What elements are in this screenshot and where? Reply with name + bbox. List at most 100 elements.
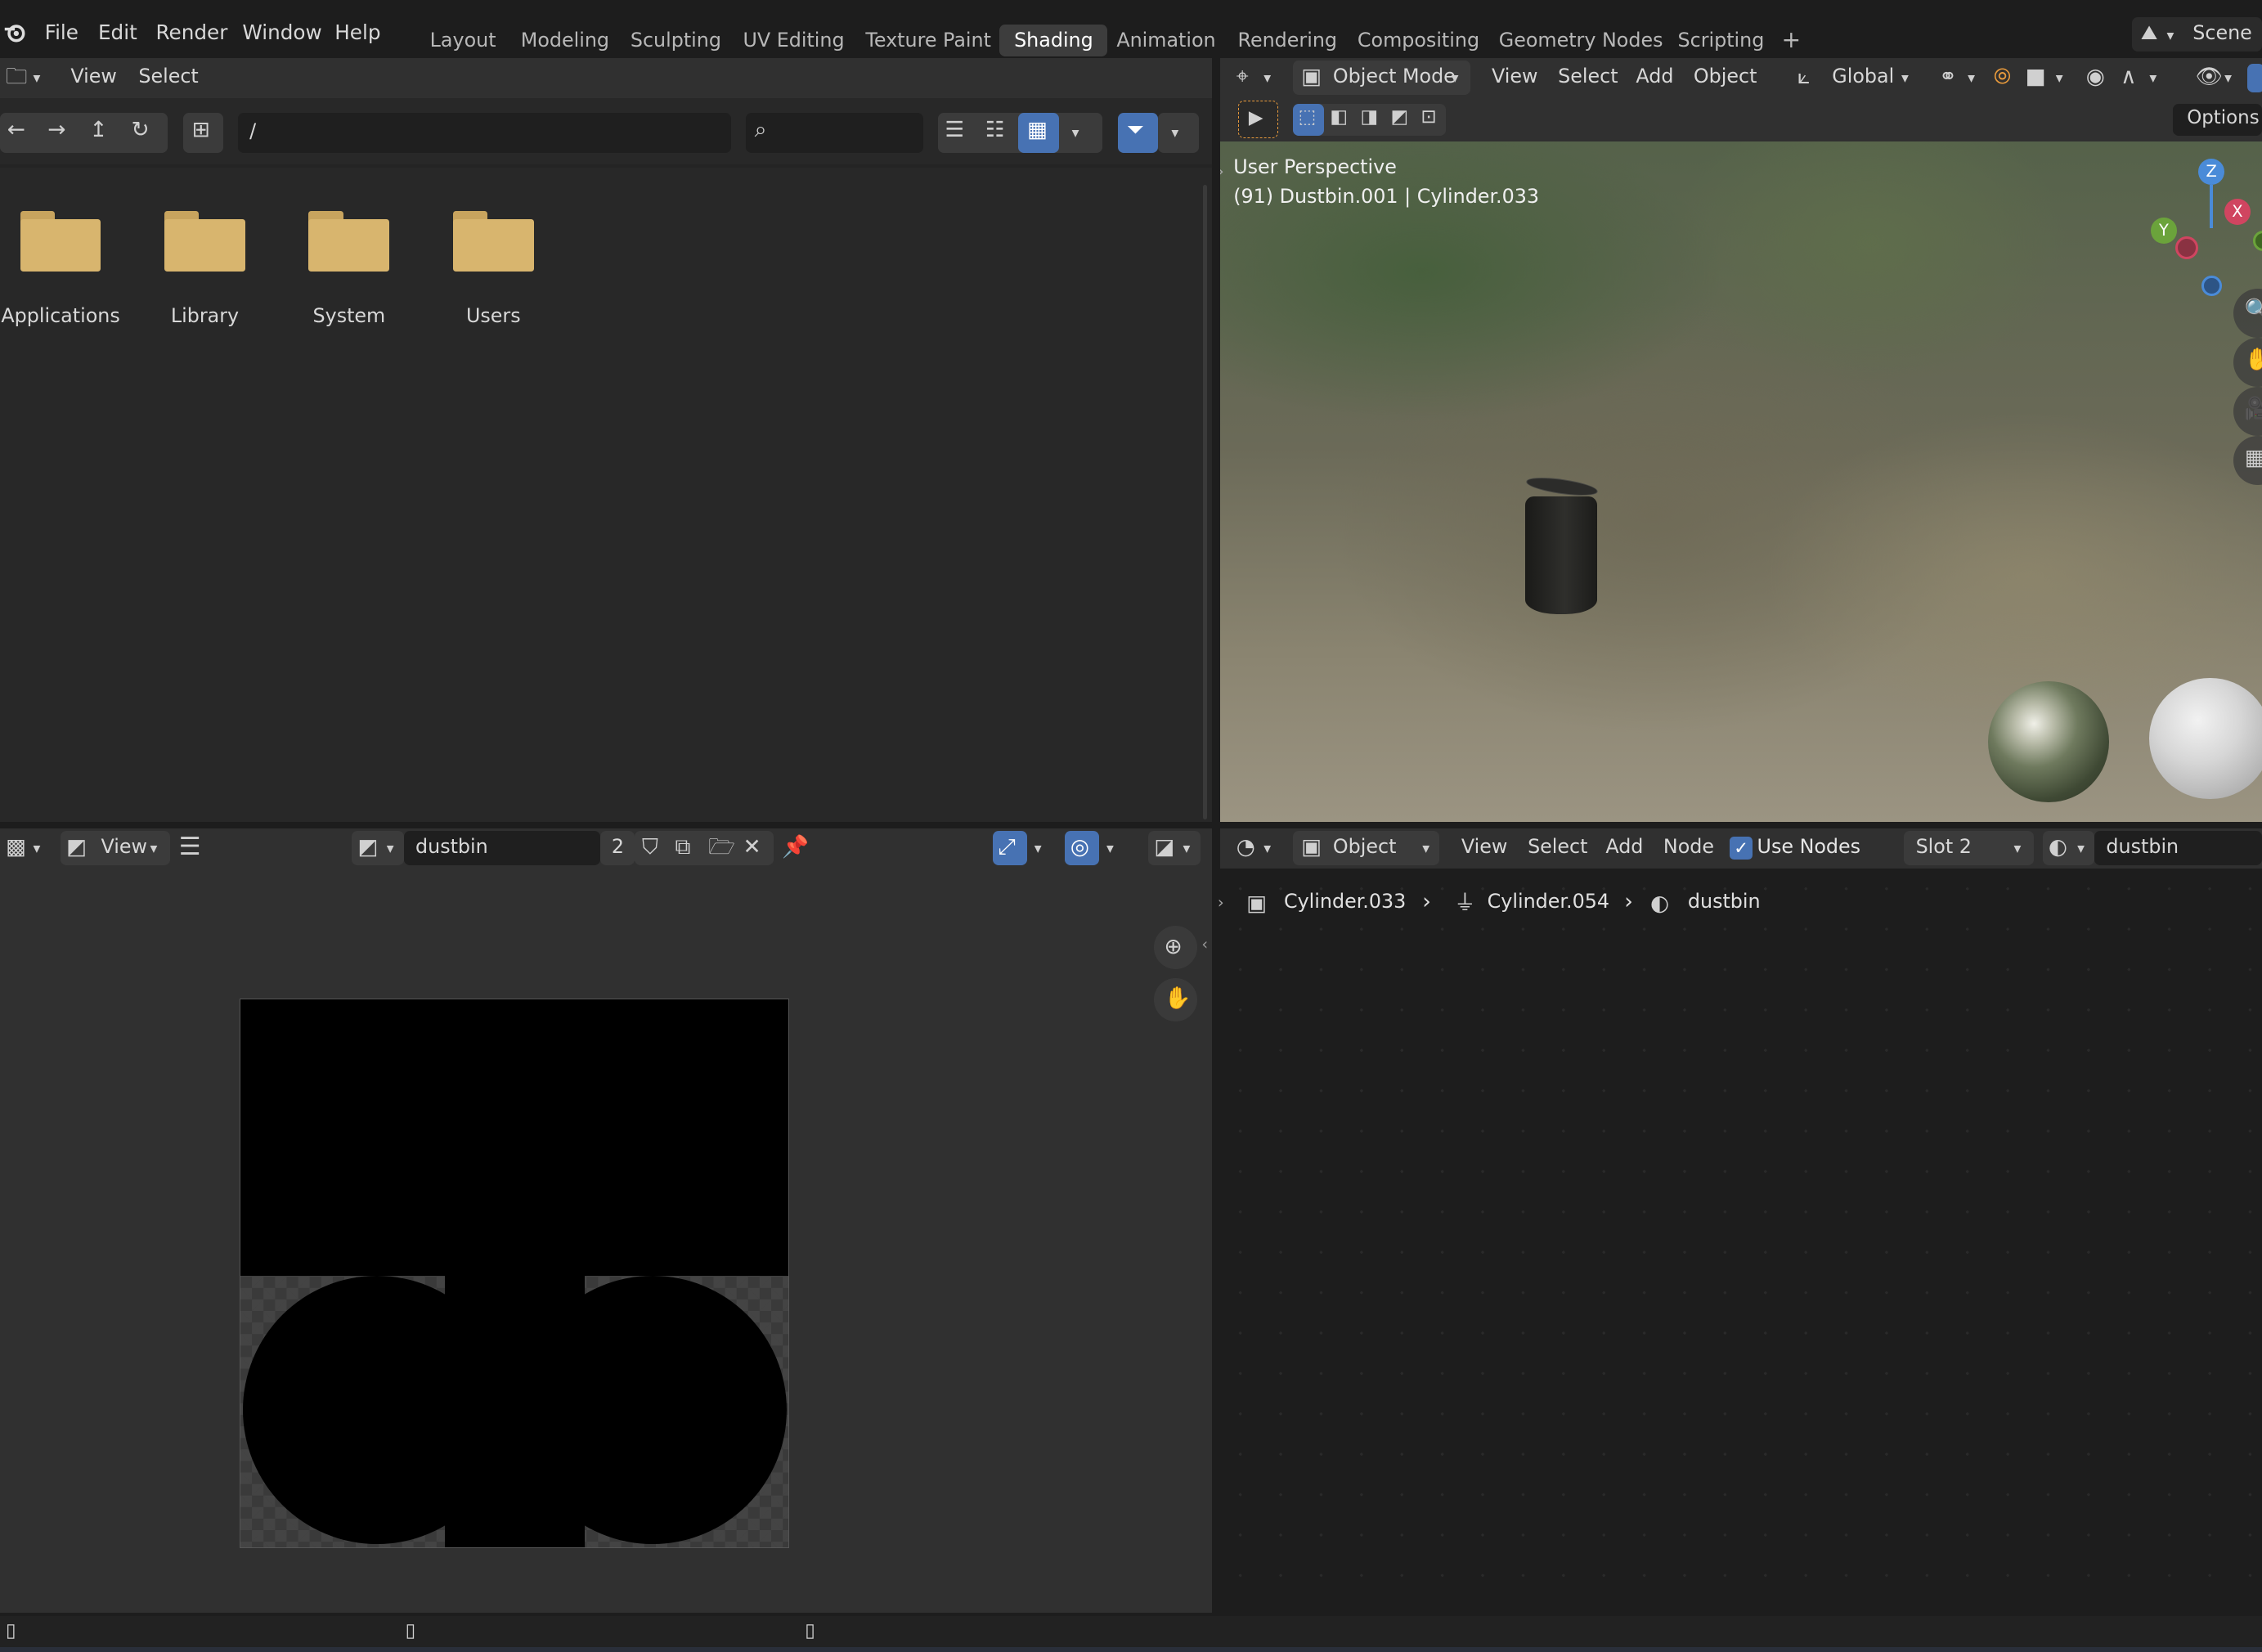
navigation-gizmo[interactable]: Z X Y <box>2143 155 2262 296</box>
slot-dropdown[interactable]: Slot 2 ▾ <box>1904 831 2035 866</box>
hdri-diffuse-sphere[interactable] <box>2149 678 2262 800</box>
horizontal-list-icon[interactable]: ☷ <box>985 119 1005 141</box>
tab-scripting[interactable]: Scripting <box>1663 25 1779 56</box>
file-menu-view[interactable]: View <box>70 65 116 88</box>
zoom-button[interactable]: 🔍 <box>2233 288 2262 338</box>
gizmo-neg-x-axis[interactable] <box>2175 236 2199 260</box>
duplicate-icon[interactable]: ⧉ <box>675 836 691 858</box>
folder-item-library[interactable]: Library <box>132 204 276 348</box>
visibility-icon[interactable]: 👁 <box>2196 65 2224 88</box>
overlay-toggle[interactable] <box>2247 63 2262 92</box>
tab-shading[interactable]: Shading <box>999 24 1108 56</box>
tab-compositing[interactable]: Compositing <box>1343 25 1493 56</box>
chevron-down-icon[interactable]: ▾ <box>2149 70 2157 87</box>
editor-type-button[interactable]: ▩ ▾ <box>3 833 49 864</box>
tab-modeling[interactable]: Modeling <box>506 25 624 56</box>
file-browser-scrollbar[interactable] <box>1203 184 1208 819</box>
editor-type-button[interactable]: 🗀 ▾ <box>3 62 49 94</box>
open-folder-icon[interactable]: 🗁 <box>708 836 735 858</box>
pan-button[interactable]: ✋ <box>2233 337 2262 387</box>
texture-image[interactable] <box>239 998 789 1548</box>
blender-logo-icon[interactable] <box>3 20 26 43</box>
use-nodes-checkbox[interactable]: ✓ <box>1730 837 1753 860</box>
thumbnails-button[interactable]: ▦ <box>1018 112 1059 153</box>
image-pan-button[interactable]: ✋ <box>1154 977 1198 1021</box>
tab-rendering[interactable]: Rendering <box>1223 25 1352 56</box>
tab-layout[interactable]: Layout <box>415 25 510 56</box>
select-subtract-icon[interactable]: ◨ <box>1360 108 1378 127</box>
path-field[interactable]: / <box>238 112 732 153</box>
file-menu-select[interactable]: Select <box>138 65 198 88</box>
forward-icon[interactable]: → <box>47 119 65 141</box>
node-menu-select[interactable]: Select <box>1528 835 1587 858</box>
sidebar-toggle-icon[interactable]: › <box>1220 162 1223 181</box>
chevron-down-icon[interactable]: ▾ <box>2056 70 2063 87</box>
hdri-preview-sphere[interactable] <box>1987 680 2109 802</box>
search-input[interactable]: ⌕ <box>745 112 923 153</box>
new-folder-button[interactable]: ⊞ <box>183 112 224 153</box>
shader-type-dropdown[interactable]: ▣ Object ▾ <box>1292 831 1440 866</box>
view-mode-dropdown[interactable]: ◩ View ▾ <box>61 831 171 866</box>
image-name-field[interactable]: dustbin <box>403 831 600 866</box>
unlink-close-icon[interactable]: ✕ <box>743 836 761 858</box>
editor-type-button[interactable]: ◔ ▾ <box>1232 833 1281 864</box>
image-browse-button[interactable]: ◩ ▾ <box>352 831 404 866</box>
ortho-toggle-button[interactable]: ▦ <box>2233 435 2262 485</box>
filter-button[interactable]: ⏷ <box>1118 112 1159 153</box>
proportional-edit-icon[interactable]: ◉ <box>2086 65 2105 88</box>
viewport-menu-select[interactable]: Select <box>1558 65 1618 88</box>
falloff-icon[interactable]: ∧ <box>2121 65 2136 88</box>
snap-target-icon[interactable]: ■ <box>2026 65 2046 88</box>
viewport-menu-object[interactable]: Object <box>1694 65 1757 88</box>
tab-sculpting[interactable]: Sculpting <box>616 25 735 56</box>
refresh-icon[interactable]: ↻ <box>132 119 150 141</box>
dustbin-object[interactable] <box>1520 474 1601 617</box>
viewport-menu-add[interactable]: Add <box>1636 65 1673 88</box>
uv-sync-button[interactable]: ⤢ <box>992 831 1027 866</box>
chevron-down-icon[interactable]: ▾ <box>1072 125 1079 141</box>
chevron-down-icon[interactable]: ▾ <box>1035 841 1042 857</box>
menu-help[interactable]: Help <box>334 20 380 44</box>
node-menu-node[interactable]: Node <box>1663 835 1714 858</box>
gizmo-y-axis[interactable]: Y <box>2151 218 2177 245</box>
node-menu-view[interactable]: View <box>1461 835 1507 858</box>
select-invert-icon[interactable]: ◩ <box>1390 108 1408 127</box>
select-tool-button[interactable]: ▶ <box>1237 101 1278 139</box>
transform-orientation-dropdown[interactable]: ⟀ Global ▾ <box>1792 61 1919 95</box>
node-menu-add[interactable]: Add <box>1605 835 1643 858</box>
tab-geometry-nodes[interactable]: Geometry Nodes <box>1484 25 1677 56</box>
pin-icon[interactable]: 📌 <box>782 836 809 858</box>
select-new-button[interactable]: ⬚ <box>1292 103 1325 136</box>
menu-edit[interactable]: Edit <box>98 20 137 44</box>
back-icon[interactable]: ← <box>7 119 25 141</box>
chevron-down-icon[interactable]: ▾ <box>1106 841 1114 857</box>
hamburger-menu-icon[interactable]: ☰ <box>179 835 201 860</box>
user-count-badge[interactable]: 2 <box>599 831 635 866</box>
tab-uv-editing[interactable]: UV Editing <box>729 25 859 56</box>
node-canvas[interactable]: › ▣ Cylinder.033 › ⏚ Cylinder.054 › ◐ du… <box>1218 868 2262 1614</box>
add-workspace-button[interactable]: + <box>1767 25 1815 56</box>
folder-item-applications[interactable]: Applications <box>0 204 132 348</box>
gizmo-x-axis[interactable]: X <box>2224 199 2251 226</box>
display-channels-button[interactable]: ◪ ▾ <box>1148 831 1201 866</box>
overlays-button[interactable]: ◎ <box>1064 831 1100 866</box>
folder-item-system[interactable]: System <box>277 204 421 348</box>
chevron-down-icon[interactable]: ▾ <box>1968 70 1975 87</box>
menu-window[interactable]: Window <box>242 20 321 44</box>
menu-file[interactable]: File <box>45 20 79 44</box>
gizmo-z-axis[interactable]: Z <box>2198 159 2225 185</box>
sidebar-toggle-icon[interactable]: › <box>1218 893 1224 912</box>
gizmo-neg-z-axis[interactable] <box>2201 275 2222 296</box>
select-extend-icon[interactable]: ◧ <box>1330 108 1348 127</box>
scene-selector[interactable]: ⛰ ▾ Scene <box>2132 17 2262 52</box>
fake-user-shield-icon[interactable]: ⛉ <box>642 836 658 858</box>
snap-icon[interactable]: ⦾ <box>1994 65 2011 88</box>
mode-dropdown[interactable]: ▣ Object Mode ▾ <box>1292 61 1470 96</box>
parent-directory-icon[interactable]: ↥ <box>89 119 107 141</box>
tab-animation[interactable]: Animation <box>1102 25 1231 56</box>
material-browse-button[interactable]: ◐ ▾ <box>2042 831 2095 866</box>
image-zoom-button[interactable]: ⊕ <box>1154 926 1198 970</box>
filter-options-dropdown[interactable]: ▾ <box>1158 112 1199 153</box>
editor-type-button[interactable]: ⌖ ▾ <box>1232 62 1281 94</box>
menu-render[interactable]: Render <box>156 20 228 44</box>
